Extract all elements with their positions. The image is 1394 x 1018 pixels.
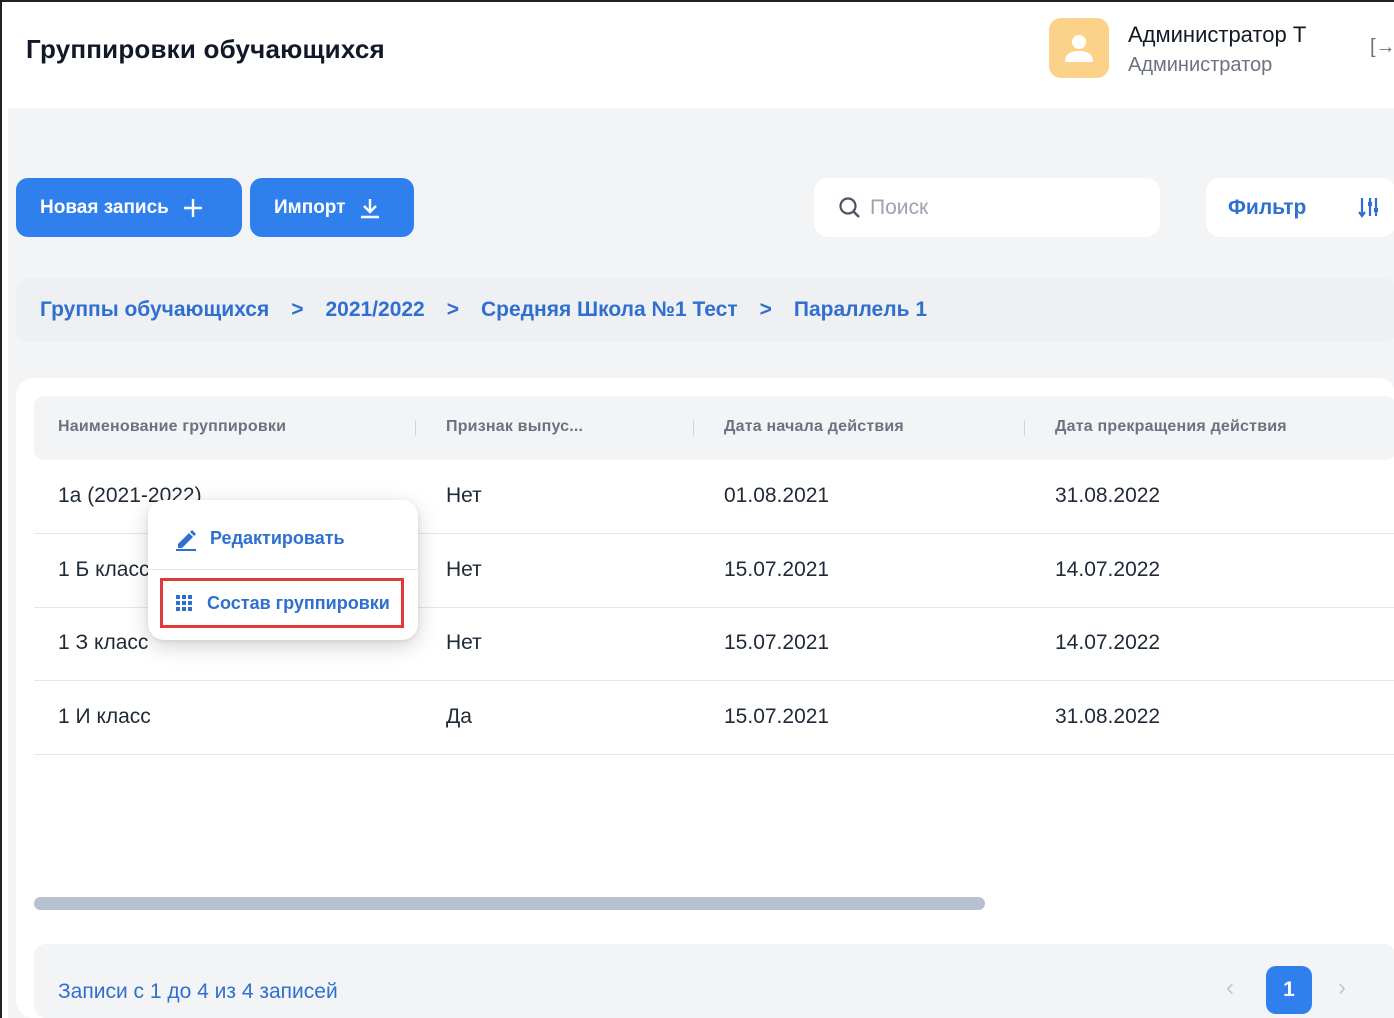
cell-start-date: 15.07.2021 — [724, 705, 830, 728]
chevron-right-icon: > — [759, 298, 772, 321]
page-title: Группировки обучающихся — [26, 34, 385, 64]
breadcrumb-item-parallel[interactable]: Параллель 1 — [794, 298, 927, 322]
search-input[interactable] — [870, 195, 1150, 220]
breadcrumb-item-year[interactable]: 2021/2022 — [325, 298, 424, 322]
chevron-right-icon: > — [446, 298, 460, 321]
cell-end-date: 31.08.2022 — [1055, 705, 1161, 728]
chevron-right-icon: > — [291, 298, 304, 321]
import-button[interactable]: Импорт — [250, 178, 414, 237]
cell-start-date: 15.07.2021 — [724, 558, 830, 581]
breadcrumb: Группы обучающихся > 2021/2022 > Средняя… — [16, 278, 1394, 342]
horizontal-scrollbar[interactable] — [34, 897, 985, 910]
menu-item-edit[interactable]: Редактировать — [148, 508, 418, 570]
page-button-current[interactable]: 1 — [1266, 966, 1312, 1014]
cell-end-date: 14.07.2022 — [1055, 558, 1161, 581]
cell-name: 1 Б класс — [58, 558, 150, 581]
column-header-end-date[interactable]: Дата прекращения действия — [1055, 418, 1287, 436]
column-divider[interactable] — [1024, 420, 1025, 436]
user-name: Администратор Т — [1128, 22, 1307, 47]
cell-start-date: 15.07.2021 — [724, 631, 830, 654]
cell-graduation: Нет — [446, 631, 482, 654]
cell-graduation: Нет — [446, 484, 482, 507]
cell-graduation: Нет — [446, 558, 482, 581]
records-count: Записи с 1 до 4 из 4 записей — [58, 980, 338, 1003]
table-header: Наименование группировки Признак выпус..… — [34, 396, 1394, 460]
column-divider[interactable] — [415, 420, 416, 436]
pencil-icon — [176, 529, 196, 551]
cell-start-date: 01.08.2021 — [724, 484, 830, 507]
cell-end-date: 31.08.2022 — [1055, 484, 1161, 507]
chevron-right-icon[interactable]: › — [1338, 974, 1346, 1002]
cell-graduation: Да — [446, 705, 472, 728]
user-icon — [1065, 35, 1093, 62]
avatar[interactable] — [1049, 18, 1109, 78]
search-box[interactable] — [814, 178, 1160, 237]
table-row[interactable]: 1 И класс Да 15.07.2021 31.08.2022 — [34, 681, 1394, 755]
sort-filter-icon — [1358, 198, 1378, 218]
menu-item-edit-label: Редактировать — [210, 528, 345, 548]
column-divider[interactable] — [693, 420, 694, 436]
new-record-button[interactable]: Новая запись — [16, 178, 242, 237]
column-header-name[interactable]: Наименование группировки — [58, 418, 286, 436]
cell-end-date: 14.07.2022 — [1055, 631, 1161, 654]
user-role: Администратор — [1128, 54, 1273, 76]
import-label: Импорт — [274, 196, 346, 218]
filter-button[interactable]: Фильтр — [1206, 178, 1394, 237]
table-footer: Записи с 1 до 4 из 4 записей ‹ 1 › — [34, 944, 1394, 1018]
filter-label: Фильтр — [1228, 195, 1307, 219]
column-header-graduation[interactable]: Признак выпус... — [446, 418, 583, 436]
cell-name: 1 З класс — [58, 631, 149, 654]
plus-icon — [183, 198, 202, 217]
column-header-start-date[interactable]: Дата начала действия — [724, 418, 904, 436]
search-icon — [839, 196, 860, 218]
context-menu: Редактировать Состав группировки — [148, 500, 418, 640]
breadcrumb-item-groups[interactable]: Группы обучающихся — [40, 298, 269, 322]
breadcrumb-item-school[interactable]: Средняя Школа №1 Тест — [481, 298, 738, 322]
new-record-label: Новая запись — [40, 196, 169, 218]
page-header: Группировки обучающихся Администратор Т … — [8, 10, 1394, 108]
download-icon — [361, 198, 380, 218]
chevron-left-icon[interactable]: ‹ — [1226, 974, 1234, 1002]
menu-item-composition[interactable]: Состав группировки — [160, 578, 404, 628]
menu-item-composition-label: Состав группировки — [207, 592, 390, 613]
logout-icon[interactable]: [→ — [1370, 36, 1394, 59]
grid-icon — [176, 595, 192, 611]
cell-name: 1 И класс — [58, 705, 151, 728]
